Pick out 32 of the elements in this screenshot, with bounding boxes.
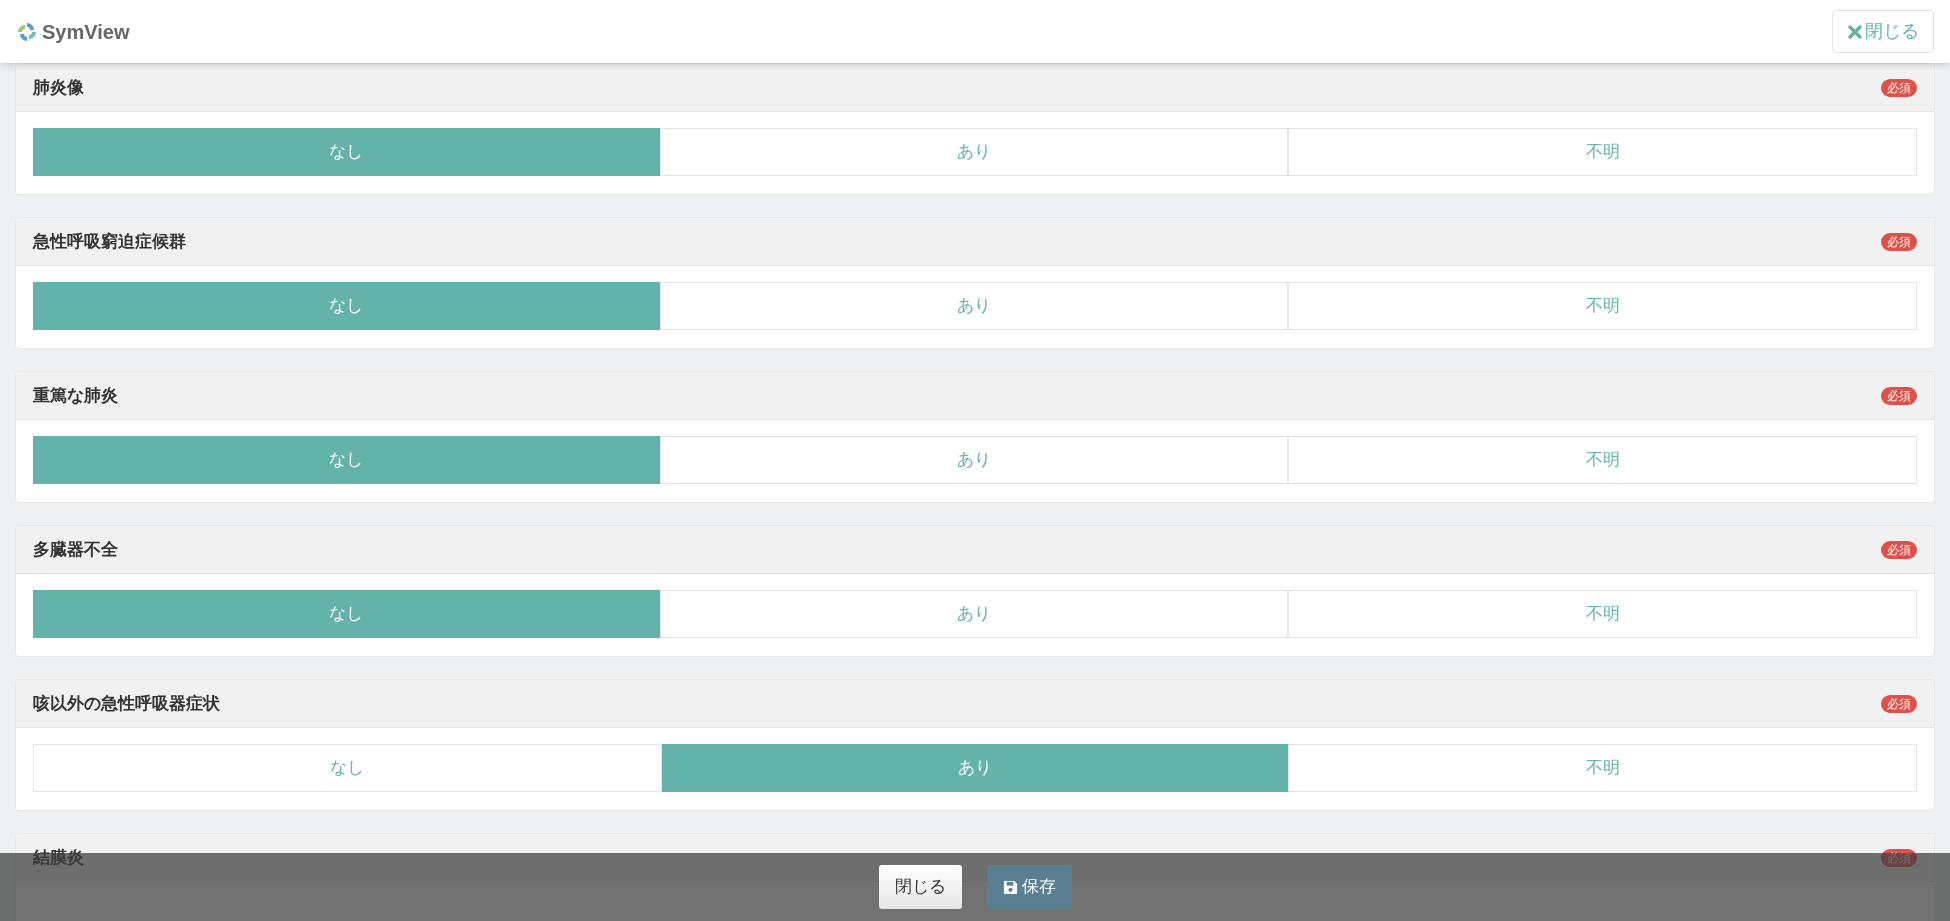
- option-button[interactable]: なし: [33, 436, 660, 484]
- question-title: 肺炎像: [33, 76, 84, 99]
- save-button[interactable]: 保存: [986, 865, 1072, 909]
- option-button[interactable]: なし: [33, 744, 662, 792]
- question-title: 急性呼吸窮迫症候群: [33, 230, 186, 253]
- option-button[interactable]: あり: [661, 744, 1289, 792]
- app-logo-text: SymView: [42, 19, 130, 45]
- option-button[interactable]: なし: [33, 590, 660, 638]
- option-button[interactable]: 不明: [1288, 590, 1917, 638]
- question-title: 重篤な肺炎: [33, 384, 118, 407]
- option-button[interactable]: あり: [659, 128, 1289, 176]
- required-badge: 必須: [1881, 540, 1917, 559]
- option-button[interactable]: なし: [33, 128, 660, 176]
- close-button[interactable]: 閉じる: [1832, 10, 1934, 53]
- required-badge: 必須: [1881, 78, 1917, 97]
- option-button[interactable]: あり: [659, 282, 1289, 330]
- option-button[interactable]: あり: [659, 590, 1289, 638]
- required-badge: 必須: [1881, 386, 1917, 405]
- option-button[interactable]: あり: [659, 436, 1289, 484]
- question-title: 多臓器不全: [33, 538, 118, 561]
- option-button[interactable]: 不明: [1288, 282, 1917, 330]
- question-title: 咳以外の急性呼吸器症状: [33, 692, 220, 715]
- option-button[interactable]: 不明: [1288, 128, 1917, 176]
- required-badge: 必須: [1881, 694, 1917, 713]
- close-icon: [1847, 23, 1863, 40]
- close-button[interactable]: 閉じる: [878, 865, 962, 909]
- option-button[interactable]: 不明: [1288, 744, 1917, 792]
- option-button[interactable]: 不明: [1288, 436, 1917, 484]
- option-button[interactable]: なし: [33, 282, 660, 330]
- question-title: 結膜炎: [33, 846, 84, 869]
- pinwheel-logo-icon: [16, 20, 38, 43]
- required-badge: 必須: [1881, 232, 1917, 251]
